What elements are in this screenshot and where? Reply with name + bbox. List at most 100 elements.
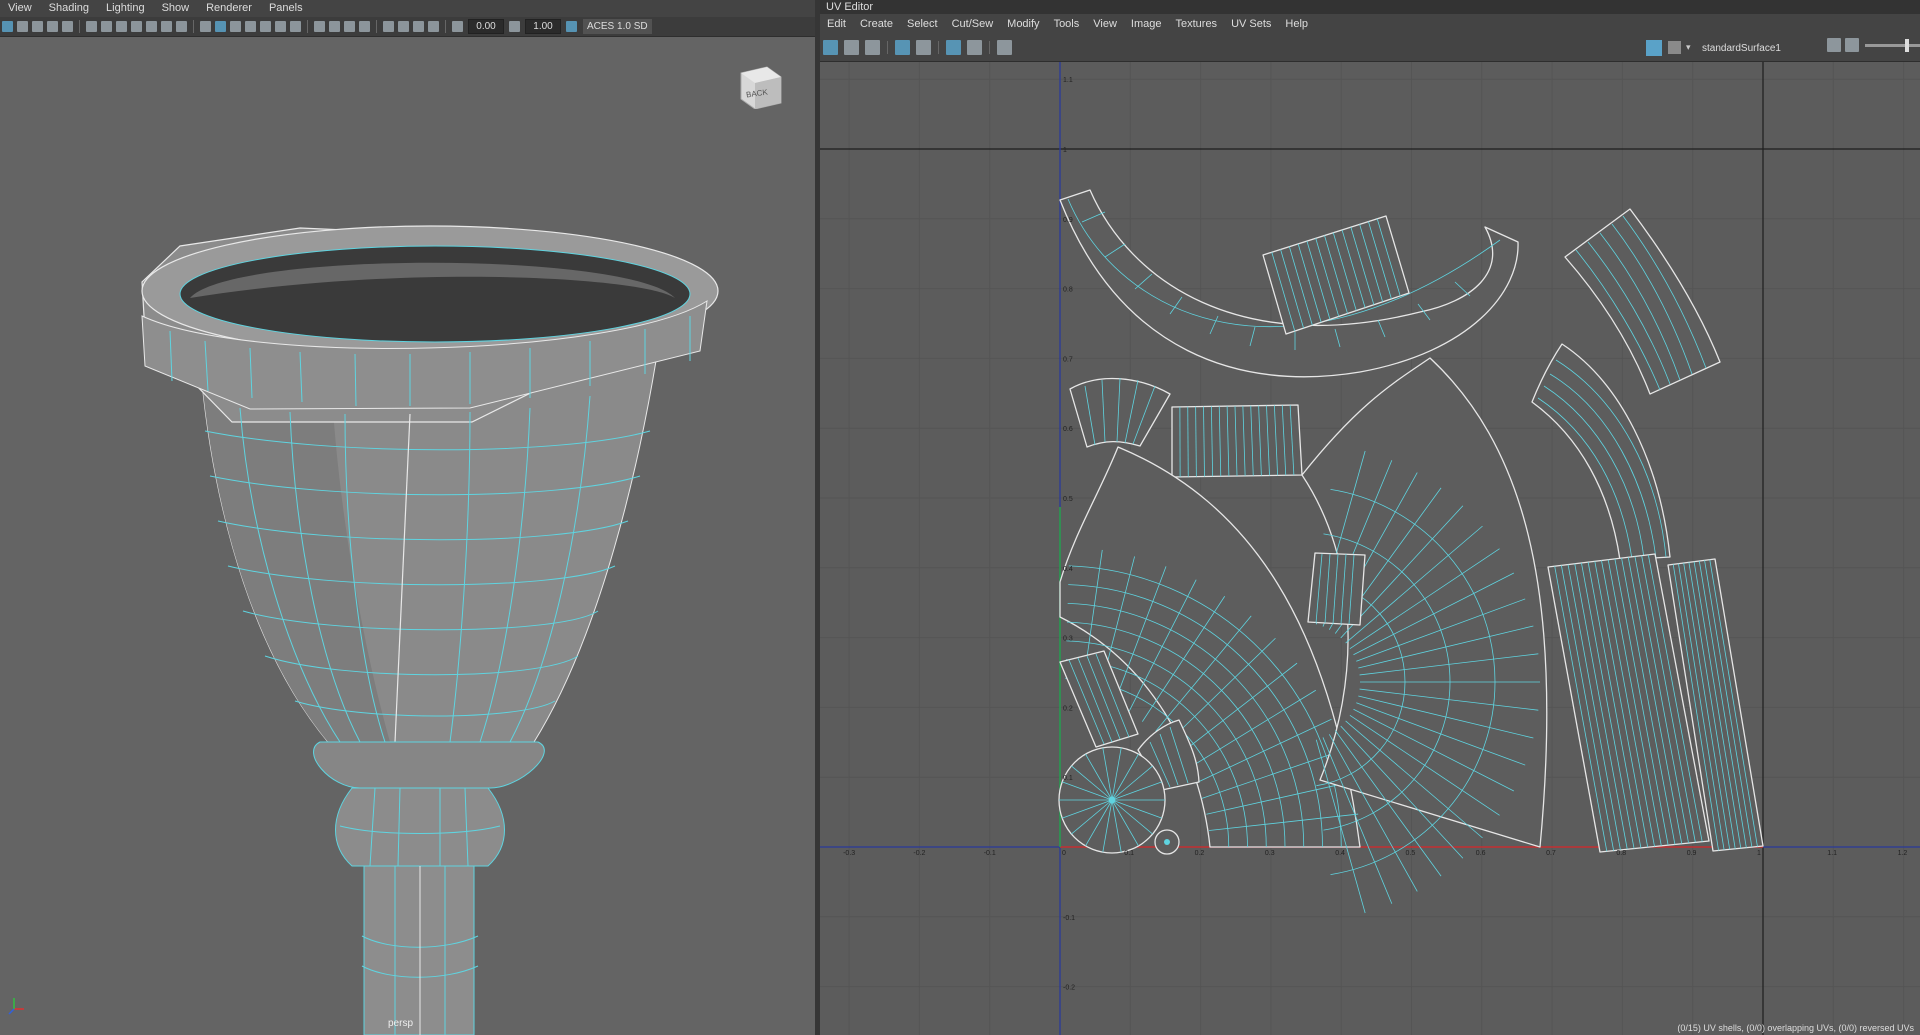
v-tick-label: 0.1: [1063, 775, 1073, 782]
uv-menu-edit[interactable]: Edit: [820, 18, 853, 30]
lights-icon[interactable]: [260, 21, 271, 32]
goblet-model[interactable]: [0, 36, 815, 1035]
uv-menu-select[interactable]: Select: [900, 18, 945, 30]
u-tick-label: 0.2: [1195, 850, 1205, 857]
image-display-icon[interactable]: [1646, 40, 1662, 56]
u-tick-label: 1.2: [1898, 850, 1908, 857]
toolbar-separator: [79, 20, 80, 33]
pixel-snap-icon[interactable]: [916, 39, 931, 55]
grid-icon[interactable]: [86, 21, 97, 32]
exposure-icon: [452, 21, 463, 32]
toolbar-separator: [193, 20, 194, 33]
u-tick-label: 0.6: [1476, 850, 1486, 857]
v-tick-label: 1.1: [1063, 77, 1073, 84]
viewport-menu-renderer[interactable]: Renderer: [198, 0, 261, 17]
wireframe-icon[interactable]: [200, 21, 211, 32]
toolbar-separator: [938, 40, 939, 54]
u-tick-label: 0.4: [1335, 850, 1345, 857]
depth-of-field-icon[interactable]: [359, 21, 370, 32]
resolution-gate-icon[interactable]: [116, 21, 127, 32]
viewport-menu-lighting[interactable]: Lighting: [98, 0, 154, 17]
uv-checker-icon[interactable]: [865, 39, 880, 55]
smooth-shade-icon[interactable]: [215, 21, 226, 32]
backface-culling-icon[interactable]: [428, 21, 439, 32]
uv-menu-cut-sew[interactable]: Cut/Sew: [945, 18, 1001, 30]
camera-attributes-icon[interactable]: [17, 21, 28, 32]
xray-joints-icon[interactable]: [398, 21, 409, 32]
u-tick-label: 0.5: [1406, 850, 1416, 857]
image-range-icon[interactable]: [1845, 38, 1859, 52]
uv-menu-uv-sets[interactable]: UV Sets: [1224, 18, 1278, 30]
brightness-slider[interactable]: [1865, 38, 1920, 52]
exposure-field[interactable]: 0.00: [468, 19, 504, 34]
filter-icon[interactable]: [967, 39, 982, 55]
anti-aliasing-icon[interactable]: [344, 21, 355, 32]
chevron-down-icon[interactable]: ▾: [1686, 42, 1691, 53]
color-management-icon[interactable]: [566, 21, 577, 32]
v-tick-label: 0.5: [1063, 496, 1073, 503]
viewport-menubar: View Shading Lighting Show Renderer Pane…: [0, 0, 815, 17]
u-tick-label: 0.9: [1687, 850, 1697, 857]
uv-menu-create[interactable]: Create: [853, 18, 900, 30]
grid-display-icon[interactable]: [895, 39, 910, 55]
uv-shell-select-icon[interactable]: [823, 39, 838, 55]
v-tick-label: 1: [1063, 147, 1067, 154]
safe-action-icon[interactable]: [161, 21, 172, 32]
image-plane-icon[interactable]: [47, 21, 58, 32]
v-tick-label: -0.2: [1063, 985, 1075, 992]
select-camera-icon[interactable]: [2, 21, 13, 32]
u-tick-label: 1: [1757, 850, 1761, 857]
uv-editor-panel: UV Editor Edit Create Select Cut/Sew Mod…: [820, 0, 1920, 1035]
gamma-field[interactable]: 1.00: [525, 19, 561, 34]
field-chart-icon[interactable]: [146, 21, 157, 32]
ambient-occlusion-icon[interactable]: [314, 21, 325, 32]
two-d-pan-icon[interactable]: [62, 21, 73, 32]
motion-blur-icon[interactable]: [329, 21, 340, 32]
xray-active-icon[interactable]: [413, 21, 424, 32]
uv-distortion-icon[interactable]: [844, 39, 859, 55]
uv-menu-textures[interactable]: Textures: [1168, 18, 1224, 30]
uv-vertex: [1108, 796, 1116, 804]
texture-tiles-icon[interactable]: [946, 39, 961, 55]
refresh-icon[interactable]: [1827, 38, 1841, 52]
toolbar-separator: [445, 20, 446, 33]
perspective-viewport[interactable]: View Shading Lighting Show Renderer Pane…: [0, 0, 815, 1035]
wireframe-on-shaded-icon[interactable]: [230, 21, 241, 32]
viewcube[interactable]: [737, 65, 783, 109]
view-transform-label[interactable]: ACES 1.0 SD: [583, 19, 652, 34]
uv-edge: [1187, 406, 1189, 477]
viewport-menu-show[interactable]: Show: [154, 0, 199, 17]
textured-icon[interactable]: [245, 21, 256, 32]
gamma-icon: [509, 21, 520, 32]
shader-name-label[interactable]: standardSurface1: [1702, 43, 1781, 54]
toolbar-separator: [989, 40, 990, 54]
viewport-menu-shading[interactable]: Shading: [41, 0, 98, 17]
film-gate-icon[interactable]: [101, 21, 112, 32]
uv-menu-modify[interactable]: Modify: [1000, 18, 1046, 30]
v-tick-label: -0.1: [1063, 915, 1075, 922]
u-tick-label: 0.8: [1616, 850, 1626, 857]
gate-mask-icon[interactable]: [131, 21, 142, 32]
shadows-icon[interactable]: [275, 21, 286, 32]
v-tick-label: 0.9: [1063, 217, 1073, 224]
slider-knob[interactable]: [1905, 38, 1909, 52]
v-tick-label: 0.6: [1063, 426, 1073, 433]
toolbar-separator: [887, 40, 888, 54]
isolate-select-icon[interactable]: [383, 21, 394, 32]
checker-pattern-icon[interactable]: [1668, 41, 1681, 54]
viewport-menu-panels[interactable]: Panels: [261, 0, 312, 17]
snapshot-camera-icon[interactable]: [997, 39, 1012, 55]
uv-menu-view[interactable]: View: [1086, 18, 1124, 30]
viewport-menu-view[interactable]: View: [0, 0, 41, 17]
uv-menu-image[interactable]: Image: [1124, 18, 1169, 30]
uv-editor-title: UV Editor: [826, 1, 874, 13]
uv-right-tools: ⟩|: [1825, 38, 1920, 52]
xray-icon[interactable]: [290, 21, 301, 32]
u-tick-label: -0.2: [913, 850, 925, 857]
v-tick-label: 0.8: [1063, 287, 1073, 294]
bookmark-icon[interactable]: [32, 21, 43, 32]
uv-menu-tools[interactable]: Tools: [1047, 18, 1087, 30]
uv-menu-help[interactable]: Help: [1278, 18, 1315, 30]
safe-title-icon[interactable]: [176, 21, 187, 32]
uv-canvas[interactable]: -0.3 -0.2 -0.1 0 0.1 0.2 0.3 0.4 0.5 0.6 0.7 0.8 0.9…: [820, 62, 1920, 1035]
